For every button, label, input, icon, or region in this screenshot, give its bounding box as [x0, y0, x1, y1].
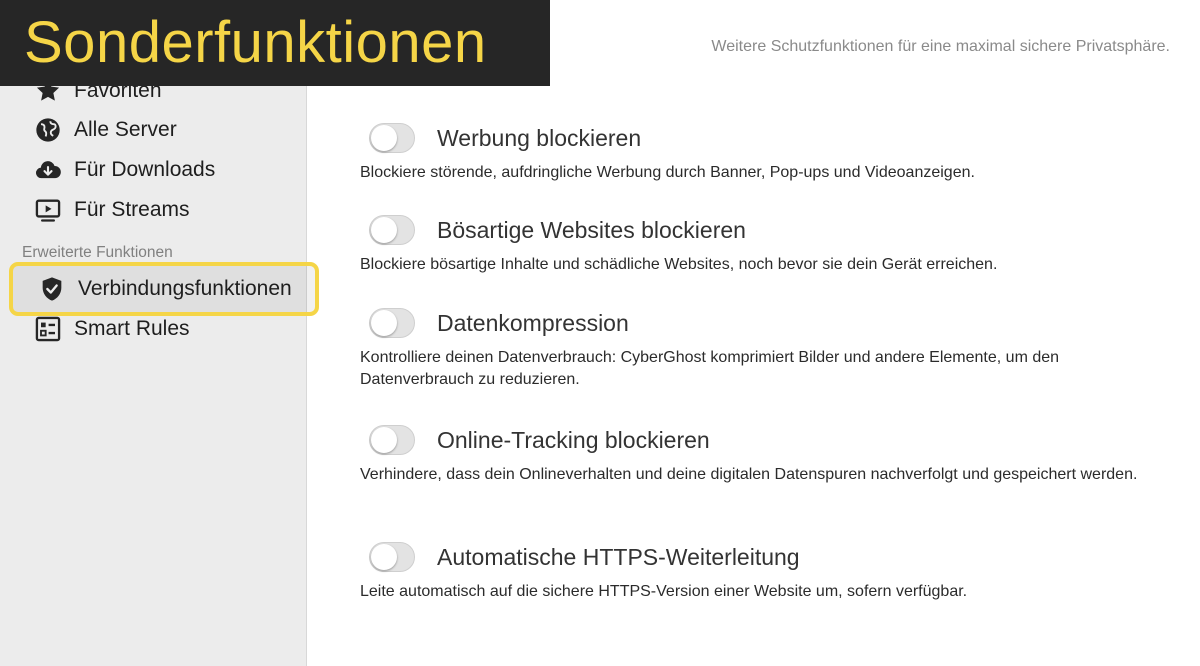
title-banner: Sonderfunktionen — [0, 0, 550, 86]
sidebar-item-downloads[interactable]: Für Downloads — [33, 153, 215, 187]
toggle-knob — [371, 544, 397, 570]
play-screen-icon — [33, 195, 63, 225]
toggle-knob — [371, 310, 397, 336]
feature-block-https-redirect: Automatische HTTPS-Weiterleitung Leite a… — [360, 539, 1160, 603]
sidebar-item-label: Smart Rules — [74, 317, 190, 340]
ad-blocking-toggle[interactable] — [369, 123, 415, 153]
feature-title: Datenkompression — [437, 309, 629, 336]
feature-description: Kontrolliere deinen Datenverbrauch: Cybe… — [360, 349, 1060, 388]
page-subtitle-container: Weitere Schutzfunktionen für eine maxima… — [550, 38, 1170, 62]
toggle-knob — [371, 217, 397, 243]
sidebar-item-streams[interactable]: Für Streams — [33, 193, 190, 227]
malicious-sites-toggle[interactable] — [369, 215, 415, 245]
rules-list-icon — [33, 314, 63, 344]
feature-description: Verhindere, dass dein Onlineverhalten un… — [360, 466, 1138, 483]
shield-check-icon — [37, 274, 67, 304]
feature-title: Automatische HTTPS-Weiterleitung — [437, 543, 800, 570]
globe-icon — [33, 115, 63, 145]
cloud-download-icon — [33, 155, 63, 185]
feature-title: Bösartige Websites blockieren — [437, 216, 746, 243]
feature-block-malicious-sites: Bösartige Websites blockieren Blockiere … — [360, 212, 1160, 276]
feature-description: Leite automatisch auf die sichere HTTPS-… — [360, 583, 968, 600]
tracking-toggle[interactable] — [369, 425, 415, 455]
sidebar-item-all-servers[interactable]: Alle Server — [33, 113, 177, 147]
sidebar-item-label: Für Streams — [74, 198, 190, 221]
feature-title: Online-Tracking blockieren — [437, 426, 710, 453]
sidebar: Favoriten Alle Server Für Downloads Für … — [0, 0, 319, 666]
feature-block-ad-blocking: Werbung blockieren Blockiere störende, a… — [360, 120, 1160, 184]
feature-block-data-compression: Datenkompression Kontrolliere deinen Dat… — [360, 305, 1160, 391]
feature-description: Blockiere bösartige Inhalte und schädlic… — [360, 256, 998, 273]
feature-description: Blockiere störende, aufdringliche Werbun… — [360, 164, 975, 181]
sidebar-item-label: Für Downloads — [74, 158, 216, 181]
toggle-knob — [371, 125, 397, 151]
sidebar-item-label: Alle Server — [74, 118, 177, 141]
https-redirect-toggle[interactable] — [369, 542, 415, 572]
page-subtitle: Weitere Schutzfunktionen für eine maxima… — [711, 38, 1170, 55]
section-label-advanced: Erweiterte Funktionen — [22, 244, 173, 261]
sidebar-item-smart-rules[interactable]: Smart Rules — [33, 312, 190, 346]
feature-title: Werbung blockieren — [437, 124, 642, 151]
data-compression-toggle[interactable] — [369, 308, 415, 338]
selected-item-highlight: Verbindungsfunktionen — [9, 262, 319, 316]
feature-block-tracking: Online-Tracking blockieren Verhindere, d… — [360, 422, 1160, 486]
sidebar-item-connection-features[interactable]: Verbindungsfunktionen — [37, 272, 292, 306]
toggle-knob — [371, 427, 397, 453]
sidebar-item-label: Verbindungsfunktionen — [78, 277, 292, 300]
banner-title: Sonderfunktionen — [24, 10, 487, 75]
